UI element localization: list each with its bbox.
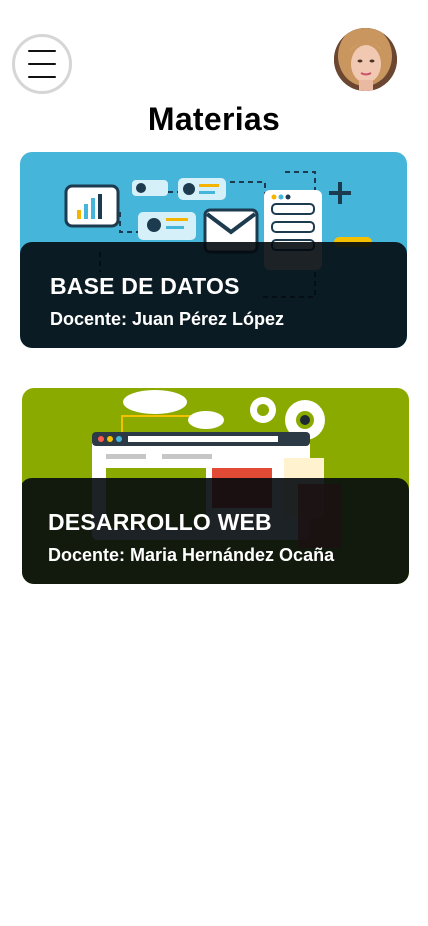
avatar[interactable] xyxy=(334,28,397,91)
course-card-caption: DESARROLLO WEB Docente: Maria Hernández … xyxy=(22,478,409,584)
menu-button[interactable] xyxy=(12,34,72,94)
hamburger-icon-line xyxy=(28,76,56,78)
user-photo-icon xyxy=(334,28,397,91)
course-card-caption: BASE DE DATOS Docente: Juan Pérez López xyxy=(20,242,407,348)
course-title: DESARROLLO WEB xyxy=(48,509,272,535)
course-teacher: Docente: Maria Hernández Ocaña xyxy=(48,545,335,565)
course-card-base-de-datos[interactable]: BASE DE DATOS Docente: Juan Pérez López xyxy=(20,152,407,348)
hamburger-icon-line xyxy=(28,63,56,65)
page-title: Materias xyxy=(147,101,281,137)
course-card-desarrollo-web[interactable]: DESARROLLO WEB Docente: Maria Hernández … xyxy=(22,388,409,584)
course-title: BASE DE DATOS xyxy=(50,273,240,299)
hamburger-icon-line xyxy=(28,50,56,52)
course-teacher: Docente: Juan Pérez López xyxy=(50,309,285,329)
